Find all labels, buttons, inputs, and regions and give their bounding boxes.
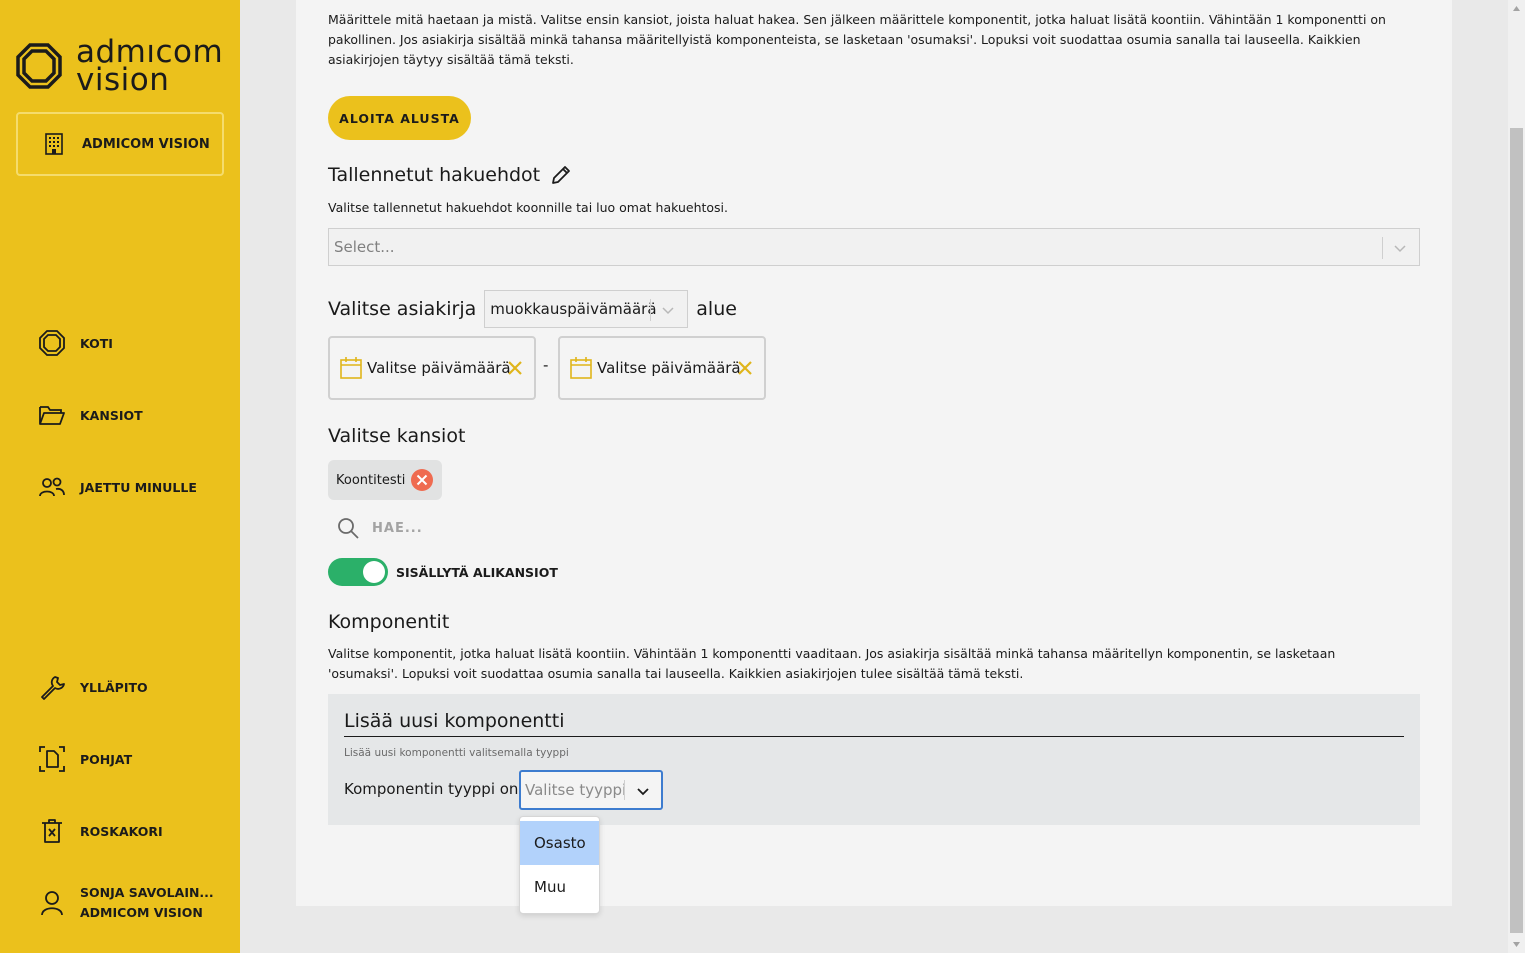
end-date-picker[interactable]: Valitse päivämäärä [558, 336, 766, 400]
sidebar-item-koti[interactable]: KOTI [38, 329, 113, 357]
home-icon [38, 329, 66, 357]
saved-criteria-heading: Tallennetut hakuehdot [328, 164, 572, 186]
logo-octagon-icon [16, 43, 62, 89]
sidebar: admıcom vision ADMICOM VISION KOTI KANSI… [0, 0, 240, 953]
sidebar-item-label: POHJAT [80, 751, 133, 767]
trash-icon [38, 817, 66, 845]
select-separator [624, 780, 625, 800]
sidebar-item-label: ROSKAKORI [80, 823, 163, 839]
sidebar-item-pohjat[interactable]: POHJAT [38, 745, 132, 773]
chevron-down-icon [637, 788, 649, 796]
folder-icon [38, 401, 66, 429]
users-icon [38, 473, 66, 501]
sidebar-item-kansiot[interactable]: KANSIOT [38, 401, 143, 429]
page-scrollbar[interactable] [1508, 0, 1525, 953]
user-organization: ADMICOM VISION [80, 905, 203, 920]
sidebar-item-jaettu-minulle[interactable]: JAETTU MINULLE [38, 473, 197, 501]
document-field-select[interactable]: muokkauspäivämäärä [484, 290, 689, 328]
template-icon [38, 745, 66, 773]
component-type-dropdown: Osasto Muu [519, 816, 600, 914]
calendar-icon [340, 357, 362, 379]
start-date-picker[interactable]: Valitse päivämäärä [328, 336, 536, 400]
chevron-down-icon [662, 307, 674, 315]
scroll-up-icon[interactable] [1512, 4, 1521, 13]
logo-text: admıcom vision [76, 37, 223, 98]
calendar-icon [570, 357, 592, 379]
end-date-text: Valitse päivämäärä [597, 359, 741, 377]
add-component-hint: Lisää uusi komponentti valitsemalla tyyp… [344, 747, 569, 759]
chevron-down-icon [1394, 245, 1406, 253]
sidebar-item-label: KOTI [80, 335, 113, 351]
saved-criteria-placeholder: Select... [334, 238, 395, 256]
organization-button[interactable]: ADMICOM VISION [16, 112, 224, 176]
sidebar-item-roskakori[interactable]: ROSKAKORI [38, 817, 163, 845]
sidebar-item-yllapito[interactable]: YLLÄPITO [38, 673, 148, 701]
dropdown-option-muu[interactable]: Muu [520, 865, 599, 909]
folder-search-input[interactable] [372, 520, 672, 536]
search-icon [338, 518, 359, 539]
saved-criteria-subtitle: Valitse tallennetut hakuehdot koonnille … [328, 200, 728, 215]
sidebar-item-label: KANSIOT [80, 407, 143, 423]
select-separator [650, 299, 652, 321]
admicom-logo[interactable]: admıcom vision [16, 37, 223, 98]
folder-search [336, 516, 672, 540]
components-description: Valitse komponentit, jotka haluat lisätä… [328, 646, 1336, 681]
sidebar-user[interactable]: SONJA SAVOLAIN... ADMICOM VISION [38, 883, 214, 923]
date-separator: - [543, 356, 549, 374]
include-subfolders-label: SISÄLLYTÄ ALIKANSIOT [396, 564, 558, 580]
user-icon [38, 889, 66, 917]
search-form-card: Määrittele mitä haetaan ja mistä. Valits… [296, 0, 1452, 906]
range-label: alue [696, 298, 737, 320]
component-type-placeholder: Valitse tyyppi [525, 781, 627, 799]
component-type-label: Komponentin tyyppi on: [344, 780, 524, 798]
scroll-down-icon[interactable] [1512, 940, 1521, 949]
building-icon [45, 133, 63, 155]
clear-start-date-icon[interactable] [506, 359, 524, 377]
folder-chip: Koontitesti [328, 460, 442, 500]
restart-button[interactable]: ALOITA ALUSTA [328, 96, 471, 140]
remove-folder-icon[interactable] [410, 468, 434, 492]
sidebar-item-label: YLLÄPITO [80, 679, 148, 695]
user-name: SONJA SAVOLAIN... [80, 885, 214, 900]
intro-text: Määrittele mitä haetaan ja mistä. Valits… [328, 12, 1386, 67]
component-type-select[interactable]: Valitse tyyppi [519, 770, 663, 810]
include-subfolders-toggle[interactable] [328, 558, 388, 586]
document-label: Valitse asiakirja [328, 298, 477, 320]
document-date-row: Valitse asiakirja muokkauspäivämäärä alu… [328, 290, 737, 328]
toggle-knob [363, 561, 385, 583]
include-subfolders-row: SISÄLLYTÄ ALIKANSIOT [328, 558, 558, 586]
add-component-panel: Lisää uusi komponentti Lisää uusi kompon… [328, 694, 1420, 825]
start-date-text: Valitse päivämäärä [367, 359, 511, 377]
folders-heading: Valitse kansiot [328, 425, 466, 447]
scrollbar-thumb[interactable] [1510, 128, 1523, 933]
add-component-title: Lisää uusi komponentti [344, 710, 1404, 737]
folder-chip-label: Koontitesti [336, 472, 406, 488]
dropdown-option-osasto[interactable]: Osasto [520, 821, 599, 865]
sidebar-item-label: JAETTU MINULLE [80, 479, 197, 495]
components-heading: Komponentit [328, 611, 450, 633]
organization-label: ADMICOM VISION [82, 136, 210, 152]
pencil-icon[interactable] [550, 164, 572, 186]
saved-criteria-title: Tallennetut hakuehdot [328, 164, 541, 186]
user-label: SONJA SAVOLAIN... ADMICOM VISION [80, 883, 214, 923]
wrench-icon [38, 673, 66, 701]
logo-line-2: vision [76, 62, 170, 98]
document-field-value: muokkauspäivämäärä [490, 300, 657, 318]
clear-end-date-icon[interactable] [736, 359, 754, 377]
saved-criteria-select[interactable]: Select... [328, 228, 1420, 266]
select-separator [1382, 237, 1383, 259]
